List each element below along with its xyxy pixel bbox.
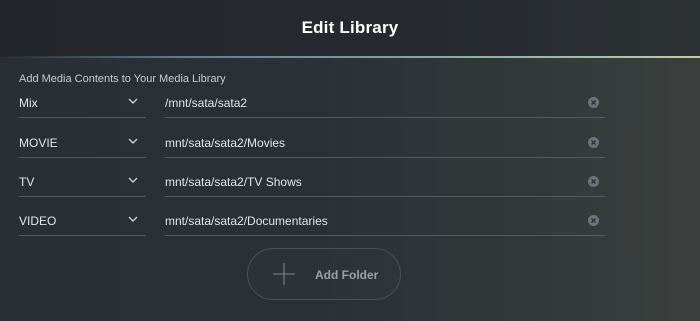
- folder-path-field: [165, 206, 605, 236]
- media-type-select[interactable]: MOVIE: [19, 128, 146, 158]
- media-type-value: MOVIE: [19, 136, 58, 150]
- chevron-down-icon: [128, 216, 138, 222]
- clear-circle-icon: [591, 179, 596, 184]
- library-row: TV: [0, 167, 700, 197]
- clear-path-button[interactable]: [588, 215, 599, 226]
- clear-path-button[interactable]: [588, 97, 599, 108]
- folder-path-input[interactable]: [165, 173, 575, 191]
- chevron-down-icon: [128, 138, 138, 144]
- folder-path-input[interactable]: [165, 134, 575, 152]
- dialog-header: Edit Library: [0, 0, 700, 57]
- media-type-value: VIDEO: [19, 214, 57, 228]
- plus-icon: [273, 263, 295, 285]
- media-type-select[interactable]: VIDEO: [19, 206, 146, 236]
- folder-path-field: [165, 128, 605, 158]
- dialog-subtitle: Add Media Contents to Your Media Library: [19, 73, 226, 85]
- folder-path-field: [165, 167, 605, 197]
- clear-circle-icon: [591, 218, 596, 223]
- library-row: MOVIE: [0, 128, 700, 158]
- chevron-down-icon: [128, 98, 138, 104]
- clear-circle-icon: [591, 100, 596, 105]
- media-type-value: Mix: [19, 96, 38, 110]
- chevron-down-icon: [128, 177, 138, 183]
- dialog-title: Edit Library: [301, 18, 399, 37]
- add-folder-label: Add Folder: [315, 268, 379, 282]
- add-folder-button[interactable]: Add Folder: [247, 248, 401, 300]
- media-type-select[interactable]: Mix: [19, 88, 146, 118]
- header-divider: [0, 56, 700, 58]
- media-type-select[interactable]: TV: [19, 167, 146, 197]
- edit-library-dialog: Edit Library Add Media Contents to Your …: [0, 0, 700, 321]
- media-type-value: TV: [19, 175, 35, 189]
- clear-path-button[interactable]: [588, 176, 599, 187]
- clear-circle-icon: [591, 140, 596, 145]
- clear-path-button[interactable]: [588, 137, 599, 148]
- library-row: VIDEO: [0, 206, 700, 236]
- folder-path-input[interactable]: [165, 212, 575, 230]
- library-row: Mix: [0, 88, 700, 118]
- folder-path-field: [165, 88, 605, 118]
- folder-path-input[interactable]: [165, 94, 575, 112]
